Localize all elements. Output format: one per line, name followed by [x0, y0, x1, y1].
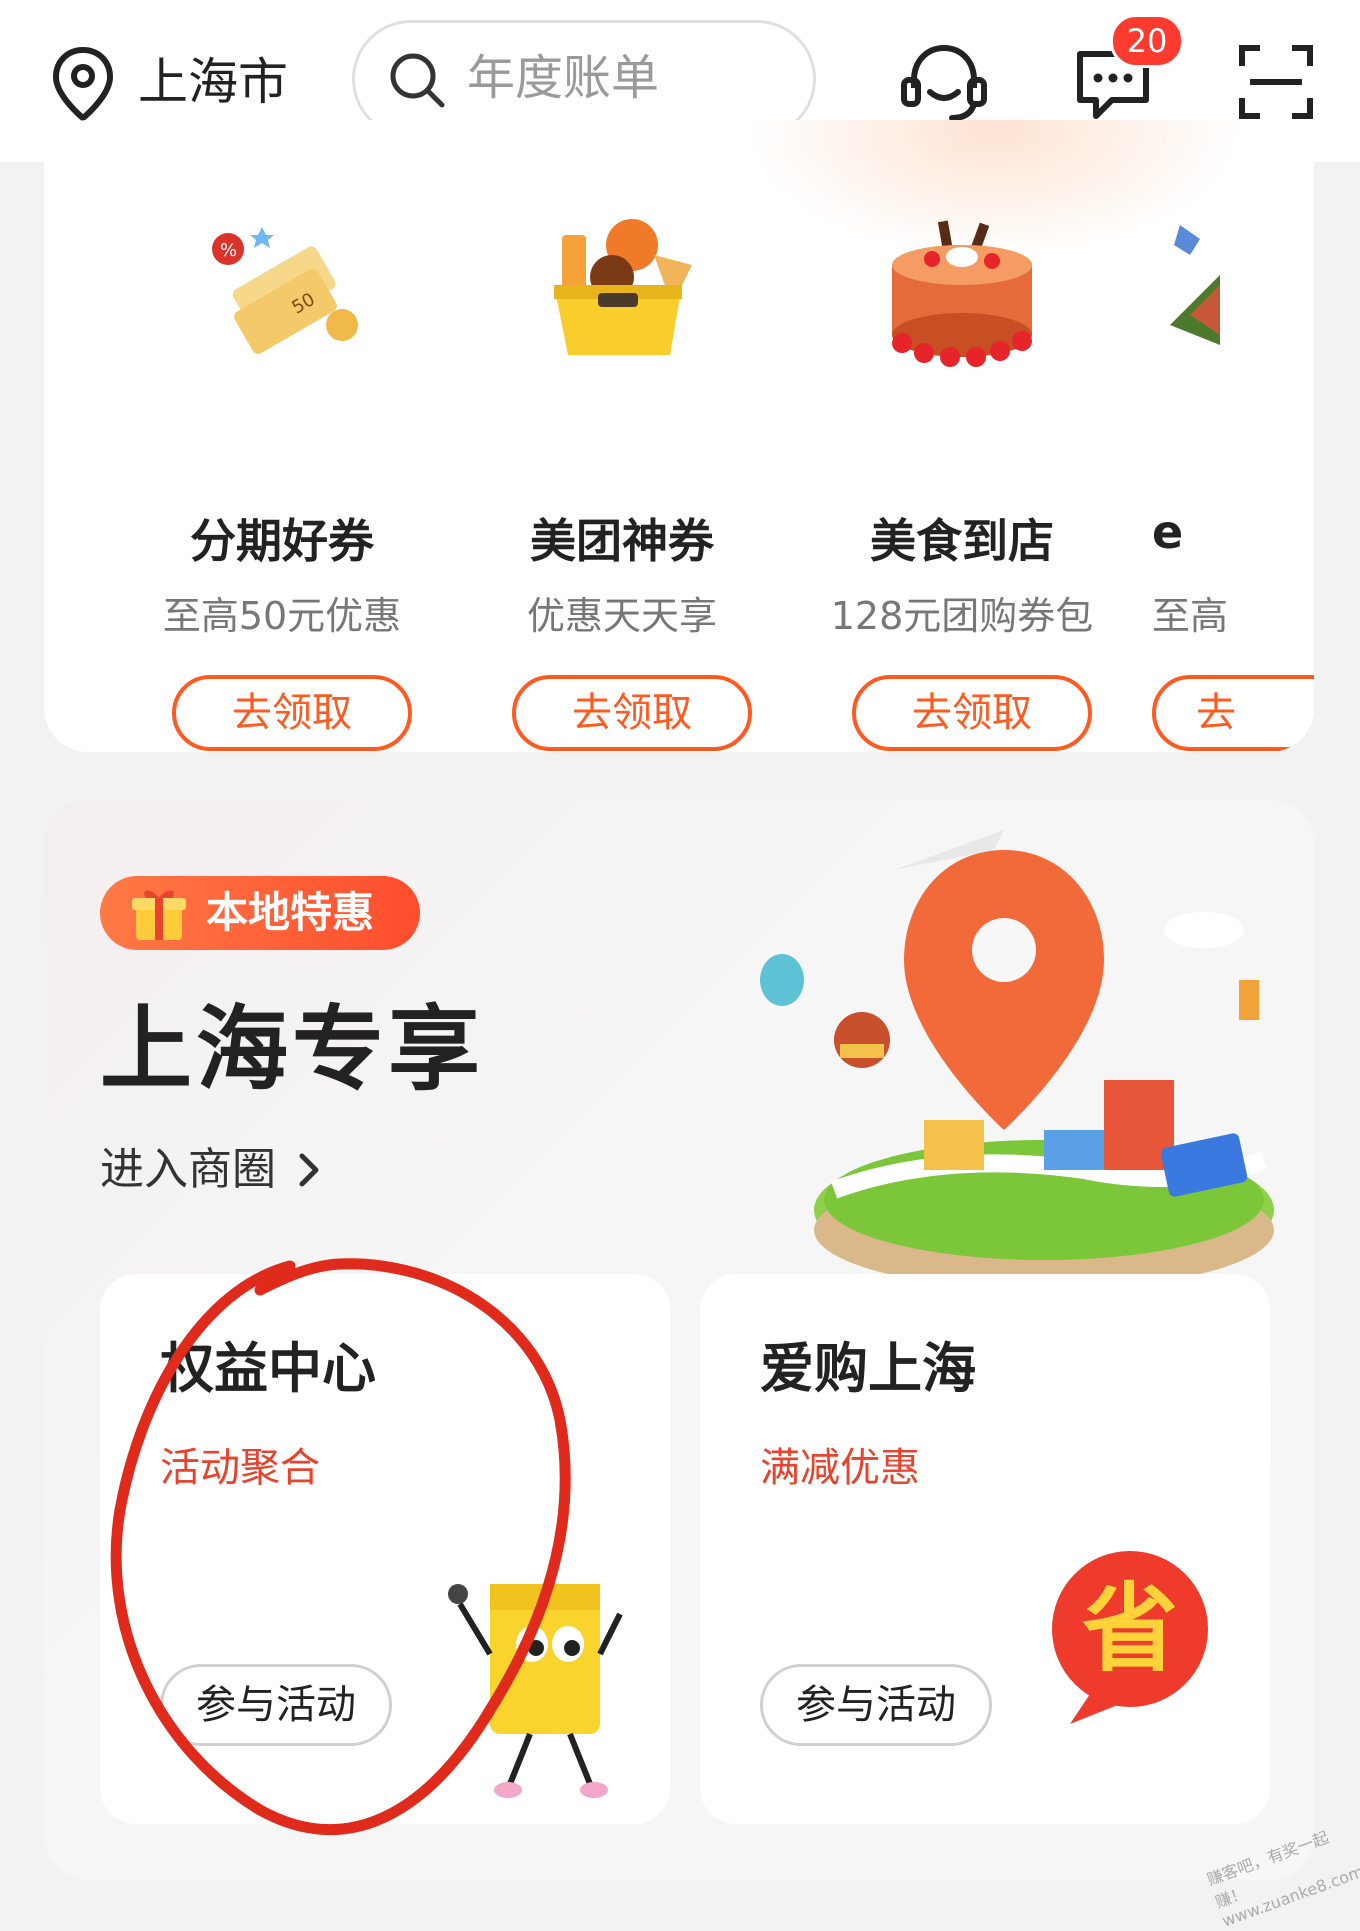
coupon-subtitle: 128元团购券包	[830, 594, 1094, 638]
card-title: 爱购上海	[760, 1337, 976, 1400]
location-pin-icon[interactable]	[50, 46, 116, 122]
local-deals-badge: 本地特惠	[100, 876, 420, 950]
local-title: 上海专享	[100, 996, 485, 1103]
customer-service-icon[interactable]	[898, 40, 990, 124]
coupon-title: 分期好券	[190, 514, 374, 568]
svg-text:%: %	[220, 240, 237, 261]
coupon-item-partial[interactable]: e 至高 去	[1152, 205, 1314, 751]
coupon-title: 美团神券	[530, 514, 714, 568]
claim-button[interactable]: 去领取	[172, 675, 412, 751]
card-subtitle: 满减优惠	[760, 1445, 920, 1491]
cake-icon	[892, 220, 1032, 367]
map-pin-island-illustration	[760, 830, 1274, 1290]
coupon-item-installment[interactable]: % 50 分期好券 至高50元优惠 去领取	[132, 205, 432, 751]
search-placeholder: 年度账单	[467, 50, 660, 106]
mascot-bag-icon	[448, 1584, 623, 1798]
coupon-item-meituan[interactable]: 美团神券 优惠天天享 去领取	[472, 205, 772, 751]
coupon-subtitle: 至高50元优惠	[162, 594, 402, 638]
coupon-subtitle: 至高	[1152, 594, 1229, 638]
chevron-right-icon[interactable]	[294, 1148, 324, 1192]
coupon-subtitle: 优惠天天享	[526, 594, 717, 638]
partial-item-icon	[1170, 225, 1220, 345]
claim-button[interactable]: 去领取	[512, 675, 752, 751]
local-deals-badge-label: 本地特惠	[206, 888, 375, 937]
delivery-box-icon	[554, 219, 692, 355]
claim-button[interactable]: 去	[1152, 675, 1314, 751]
coupon-tickets-icon: % 50	[212, 227, 358, 354]
coupon-title: 美食到店	[870, 514, 1054, 568]
card-title: 权益中心	[160, 1337, 376, 1400]
gift-icon	[132, 890, 186, 940]
coupon-item-clipped-wrapper: e 至高 去	[1152, 120, 1314, 752]
ishop-shanghai-card[interactable]: 爱购上海 满减优惠 参与活动 省	[700, 1274, 1270, 1824]
save-badge-icon: 省	[1052, 1551, 1208, 1724]
coupon-item-food-store[interactable]: 美食到店 128元团购券包 去领取	[812, 205, 1112, 751]
local-deals-section: 本地特惠 上海专享 进入商圈 权益中心 活动聚合 参与活动 爱购上海 满减优惠 …	[44, 800, 1314, 1880]
city-selector[interactable]: 上海市	[138, 46, 288, 118]
coupon-title: e	[1152, 505, 1184, 559]
enter-business-district-link[interactable]: 进入商圈	[100, 1140, 276, 1200]
claim-button[interactable]: 去领取	[852, 675, 1092, 751]
message-count-badge: 20	[1110, 14, 1184, 68]
coupon-card: % 50 分期好券 至高50元优惠 去领取 美团神券 优惠天天享 去领取 美食到…	[44, 120, 1314, 752]
join-activity-button[interactable]: 参与活动	[760, 1664, 992, 1746]
save-char: 省	[1082, 1573, 1178, 1685]
rights-center-card[interactable]: 权益中心 活动聚合 参与活动	[100, 1274, 670, 1824]
card-subtitle: 活动聚合	[160, 1445, 320, 1491]
scan-icon[interactable]	[1238, 44, 1314, 120]
search-icon	[390, 53, 445, 108]
join-activity-button[interactable]: 参与活动	[160, 1664, 392, 1746]
